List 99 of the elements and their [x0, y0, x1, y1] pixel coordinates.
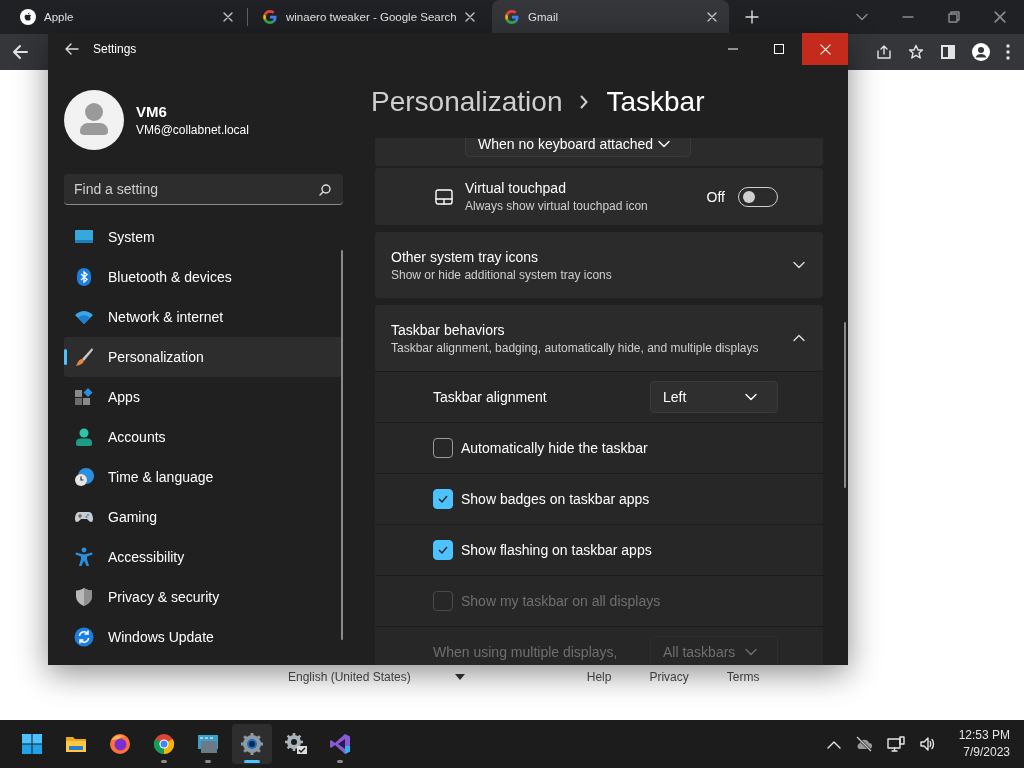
gear-check-icon: [284, 732, 308, 756]
checkbox-label[interactable]: Automatically hide the taskbar: [461, 440, 648, 456]
close-icon[interactable]: [465, 12, 475, 22]
close-icon: [819, 43, 831, 55]
breadcrumb-link[interactable]: Personalization: [371, 85, 563, 118]
browser-tab[interactable]: Gmail: [492, 0, 729, 34]
setting-title: Virtual touchpad: [465, 180, 567, 196]
checkbox[interactable]: [433, 489, 453, 509]
nav-item[interactable]: Bluetooth & devices: [64, 257, 343, 297]
footer-link[interactable]: Help: [586, 670, 612, 684]
bluetooth-icon: [74, 267, 94, 287]
clock[interactable]: 12:53 PM 7/9/2023: [958, 727, 1010, 761]
clock-date: 7/9/2023: [963, 744, 1010, 761]
browser-tab[interactable]: winaero tweaker - Google Search: [250, 0, 487, 34]
clock-time: 12:53 PM: [958, 727, 1010, 744]
window-title: Settings: [93, 42, 138, 56]
google-logo-icon: [262, 9, 278, 25]
start-icon: [20, 732, 44, 756]
chevron-down-icon: [745, 393, 757, 401]
paintbrush-icon: [74, 347, 94, 367]
scrollbar-thumb[interactable]: [341, 250, 343, 640]
share-icon[interactable]: [876, 44, 892, 60]
user-email: VM6@collabnet.local: [136, 123, 249, 137]
chevron-up-icon[interactable]: [826, 739, 841, 749]
user-name: VM6: [136, 103, 168, 120]
chevron-down-icon: [793, 261, 805, 269]
nav-item[interactable]: Network & internet: [64, 297, 343, 337]
globe-clock-icon: [74, 467, 94, 487]
browser-tab[interactable]: Apple: [8, 0, 245, 34]
footer-link[interactable]: Privacy: [649, 670, 689, 684]
back-arrow-icon[interactable]: [12, 44, 28, 60]
dropdown[interactable]: When no keyboard attached: [465, 138, 691, 157]
scrollbar-thumb[interactable]: [844, 322, 846, 488]
avatar-icon: [64, 90, 124, 150]
shield-icon: [74, 587, 94, 607]
search-field[interactable]: Find a setting: [64, 174, 343, 205]
back-arrow-icon[interactable]: [65, 43, 79, 55]
caret-down-icon[interactable]: [454, 674, 465, 680]
setting-description: Taskbar alignment, badging, automatically hide, and multiple displays: [391, 340, 759, 355]
firefox-icon: [108, 732, 132, 756]
search-icon: [319, 184, 331, 196]
google-logo-icon: [504, 9, 520, 25]
page-title: Taskbar: [606, 85, 705, 118]
language-selector[interactable]: English (United States): [288, 670, 411, 684]
nav-item[interactable]: Time & language: [64, 457, 343, 497]
setting-description: Always show virtual touchpad icon: [465, 199, 649, 213]
dropdown[interactable]: Left: [650, 381, 778, 413]
expander-header[interactable]: Taskbar behaviors Taskbar alignment, badging, automatically hide, and multiple displays: [375, 305, 823, 371]
chevron-right-icon: [580, 94, 589, 109]
chrome-icon: [152, 732, 176, 756]
nav-item[interactable]: Privacy & security: [64, 577, 343, 617]
nav-item[interactable]: Personalization: [64, 337, 343, 377]
close-icon[interactable]: [994, 11, 1006, 23]
checkbox[interactable]: [433, 540, 453, 560]
maximize-icon: [774, 44, 784, 54]
chevron-down-icon: [745, 648, 757, 656]
volume-icon[interactable]: [918, 736, 935, 752]
checkbox-label[interactable]: Show badges on taskbar apps: [461, 491, 650, 507]
toggle-state: Off: [706, 188, 725, 205]
expander-header[interactable]: Other system tray icons Show or hide additional system tray icons: [375, 232, 823, 298]
side-panel-icon[interactable]: [940, 44, 956, 60]
restore-icon[interactable]: [948, 11, 960, 23]
keyboard-screen-icon: [196, 732, 220, 756]
footer-link[interactable]: Terms: [726, 670, 760, 684]
network-monitor-icon[interactable]: [886, 736, 905, 752]
checkbox[interactable]: [433, 438, 453, 458]
accessibility-icon: [74, 547, 94, 567]
setting-label: Taskbar alignment: [433, 389, 548, 405]
chevron-down-icon: [658, 140, 670, 148]
cloud-off-icon[interactable]: [854, 736, 873, 752]
checkmark-icon: [438, 546, 448, 554]
checkmark-icon: [438, 495, 448, 503]
gear-icon: [240, 732, 264, 756]
apple-logo-icon: [20, 9, 36, 25]
setting-title: Other system tray icons: [391, 248, 540, 265]
nav-item[interactable]: Gaming: [64, 497, 343, 537]
nav-item[interactable]: Accessibility: [64, 537, 343, 577]
visual-studio-icon: [328, 732, 352, 756]
setting-description: Show or hide additional system tray icons: [391, 267, 612, 282]
chevron-down-icon: [856, 13, 868, 21]
refresh-icon: [74, 627, 94, 647]
chevron-up-icon: [793, 334, 805, 342]
nav-item[interactable]: Apps: [64, 377, 343, 417]
person-icon: [74, 427, 94, 447]
menu-icon[interactable]: [1006, 44, 1010, 60]
nav-item[interactable]: System: [64, 217, 343, 257]
setting-title: Taskbar behaviors: [391, 321, 506, 338]
close-icon[interactable]: [223, 12, 233, 22]
taskbar-app-button[interactable]: [232, 724, 272, 764]
setting-label: When using multiple displays,: [433, 644, 619, 660]
checkbox-label[interactable]: Show flashing on taskbar apps: [461, 542, 652, 558]
apps-grid-icon: [74, 387, 94, 407]
nav-item[interactable]: Windows Update: [64, 617, 343, 657]
close-icon[interactable]: [707, 12, 717, 22]
plus-icon[interactable]: [745, 10, 759, 24]
profile-icon[interactable]: [972, 43, 990, 61]
nav-item[interactable]: Accounts: [64, 417, 343, 457]
touchpad-icon: [435, 188, 453, 205]
star-icon[interactable]: [908, 44, 924, 60]
